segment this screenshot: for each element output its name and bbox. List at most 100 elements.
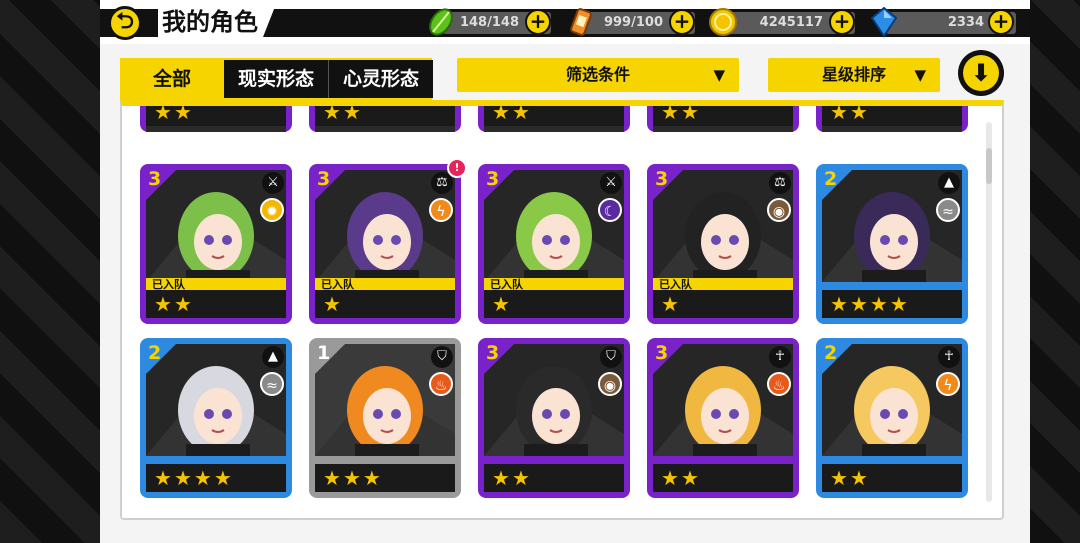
earth-icon: ◉ xyxy=(598,372,622,396)
add-stamina-button[interactable]: + xyxy=(525,9,551,35)
back-button[interactable]: ⮌ xyxy=(108,6,142,40)
star-icon: ★ xyxy=(661,292,679,316)
star-icon: ★ xyxy=(213,466,232,490)
fire-icon: ♨ xyxy=(429,372,453,396)
star-icon: ★ xyxy=(661,100,679,124)
character-card[interactable]: 1 ⛉ ♨ ★ ★ ★ xyxy=(309,338,461,498)
character-card-partial[interactable]: ★ ★ xyxy=(816,100,968,132)
star-icon: ★ xyxy=(323,292,341,316)
character-card[interactable]: 2 ☥ ϟ ★ ★ xyxy=(816,338,968,498)
rank-number: 3 xyxy=(148,168,162,190)
character-card-partial[interactable]: ★ ★ xyxy=(309,100,461,132)
arrow-down-icon: ⬇ xyxy=(963,55,999,91)
character-card[interactable]: 3 ⚔ ✹ 已入队 ★ ★ xyxy=(140,164,292,324)
character-card[interactable]: 3 ⚔ ☾ 已入队 ★ xyxy=(478,164,630,324)
tab-spirit-form[interactable]: 心灵形态 xyxy=(328,60,433,98)
star-icon: ★ xyxy=(830,100,848,124)
character-card-partial[interactable]: ★ ★ xyxy=(647,100,799,132)
star-rating: ★ ★ xyxy=(653,100,793,126)
star-icon: ★ xyxy=(323,100,341,124)
star-icon: ★ xyxy=(492,292,510,316)
star-rating: ★ ★ xyxy=(653,464,793,492)
star-icon: ★ xyxy=(889,292,908,316)
ankh-icon: ☥ xyxy=(769,346,791,368)
character-card[interactable]: 3 ⚖ ◉ 已入队 ★ xyxy=(647,164,799,324)
star-icon: ★ xyxy=(511,100,530,124)
character-card-partial[interactable]: ★ ★ xyxy=(478,100,630,132)
scrollbar-thumb[interactable] xyxy=(986,148,992,184)
character-screen: ⮌ 我的角色 148/148 + 999/100 + 4245117 + 233… xyxy=(100,0,1030,543)
star-icon: ★ xyxy=(173,292,192,316)
sort-order-button[interactable]: ⬇ xyxy=(958,50,1004,96)
star-icon: ★ xyxy=(849,466,868,490)
character-card-partial[interactable]: ★ ★ xyxy=(140,100,292,132)
resource-coins: 4245117 + xyxy=(707,8,857,36)
star-icon: ★ xyxy=(342,100,361,124)
star-icon: ★ xyxy=(342,466,361,490)
star-icon: ★ xyxy=(849,100,868,124)
fire-icon: ♨ xyxy=(767,372,791,396)
star-rating: ★ ★ xyxy=(822,464,962,492)
add-gems-button[interactable]: + xyxy=(988,9,1014,35)
star-icon: ★ xyxy=(511,466,530,490)
rank-number: 3 xyxy=(655,342,669,364)
rank-number: 2 xyxy=(148,342,162,364)
character-card[interactable]: 3 ⚖ ϟ 已入队 ★ xyxy=(309,164,461,324)
star-icon: ★ xyxy=(849,292,868,316)
ankh-icon: ☥ xyxy=(938,346,960,368)
character-grid-panel: ★ ★ ★ ★ ★ ★ ★ ★ ★ ★ 3 ⚔ ✹ 已入队 ★ ★ 3 ⚖ ϟ 已入队 ★! 3 ⚔ ☾ 已入队 ★ 3 ⚖ ◉ 已入队 ★… xyxy=(120,100,1004,520)
star-rating: ★ ★ xyxy=(822,100,962,126)
star-icon: ★ xyxy=(323,466,341,490)
add-battery-button[interactable]: + xyxy=(669,9,695,35)
filter-dropdown-label: 筛选条件 xyxy=(565,65,630,84)
sword-icon: ⚔ xyxy=(600,172,622,194)
star-rating: ★ ★ ★ ★ xyxy=(146,464,286,492)
chevron-down-icon: ▼ xyxy=(713,66,725,84)
scrollbar[interactable] xyxy=(986,122,992,502)
rank-number: 3 xyxy=(317,168,331,190)
sort-dropdown-label: 星级排序 xyxy=(821,65,886,84)
triforce-icon: ▲ xyxy=(938,172,960,194)
sort-dropdown[interactable]: 星级排序 ▼ xyxy=(768,58,940,92)
rank-number: 2 xyxy=(824,342,838,364)
form-tabs: 全部 现实形态 心灵形态 xyxy=(120,58,433,100)
star-icon: ★ xyxy=(173,100,192,124)
star-rating: ★ xyxy=(315,290,455,318)
star-rating: ★ ★ xyxy=(146,290,286,318)
star-icon: ★ xyxy=(492,100,510,124)
earth-icon: ◉ xyxy=(767,198,791,222)
star-icon: ★ xyxy=(830,466,848,490)
star-rating: ★ ★ ★ ★ xyxy=(822,290,962,318)
star-icon: ★ xyxy=(362,466,381,490)
character-card[interactable]: 2 ▲ ≈ ★ ★ ★ ★ xyxy=(816,164,968,324)
rank-number: 3 xyxy=(486,342,500,364)
rank-number: 2 xyxy=(824,168,838,190)
star-icon: ★ xyxy=(830,292,848,316)
resource-battery: 999/100 + xyxy=(565,8,695,36)
star-rating: ★ ★ ★ xyxy=(315,464,455,492)
notification-badge: ! xyxy=(447,158,467,178)
star-icon: ★ xyxy=(680,100,699,124)
crystal-icon xyxy=(870,6,898,38)
tab-real-form[interactable]: 现实形态 xyxy=(224,60,328,98)
shield-icon: ⛉ xyxy=(600,346,622,368)
triforce-icon: ▲ xyxy=(262,346,284,368)
tab-all[interactable]: 全部 xyxy=(120,58,224,100)
character-card[interactable]: 3 ☥ ♨ ★ ★ xyxy=(647,338,799,498)
star-icon: ★ xyxy=(680,466,699,490)
character-card[interactable]: 2 ▲ ≈ ★ ★ ★ ★ xyxy=(140,338,292,498)
rank-number: 3 xyxy=(655,168,669,190)
star-rating: ★ xyxy=(484,290,624,318)
add-coins-button[interactable]: + xyxy=(829,9,855,35)
chevron-down-icon: ▼ xyxy=(914,66,926,84)
left-decor xyxy=(0,0,100,543)
light-icon: ✹ xyxy=(260,198,284,222)
coin-icon xyxy=(709,8,737,36)
filter-dropdown[interactable]: 筛选条件 ▼ xyxy=(457,58,739,92)
character-card[interactable]: 3 ⛉ ◉ ★ ★ xyxy=(478,338,630,498)
star-rating: ★ ★ xyxy=(315,100,455,126)
star-rating: ★ ★ xyxy=(484,464,624,492)
battery-icon xyxy=(570,8,592,36)
page-title: 我的角色 xyxy=(158,4,276,40)
star-rating: ★ xyxy=(653,290,793,318)
